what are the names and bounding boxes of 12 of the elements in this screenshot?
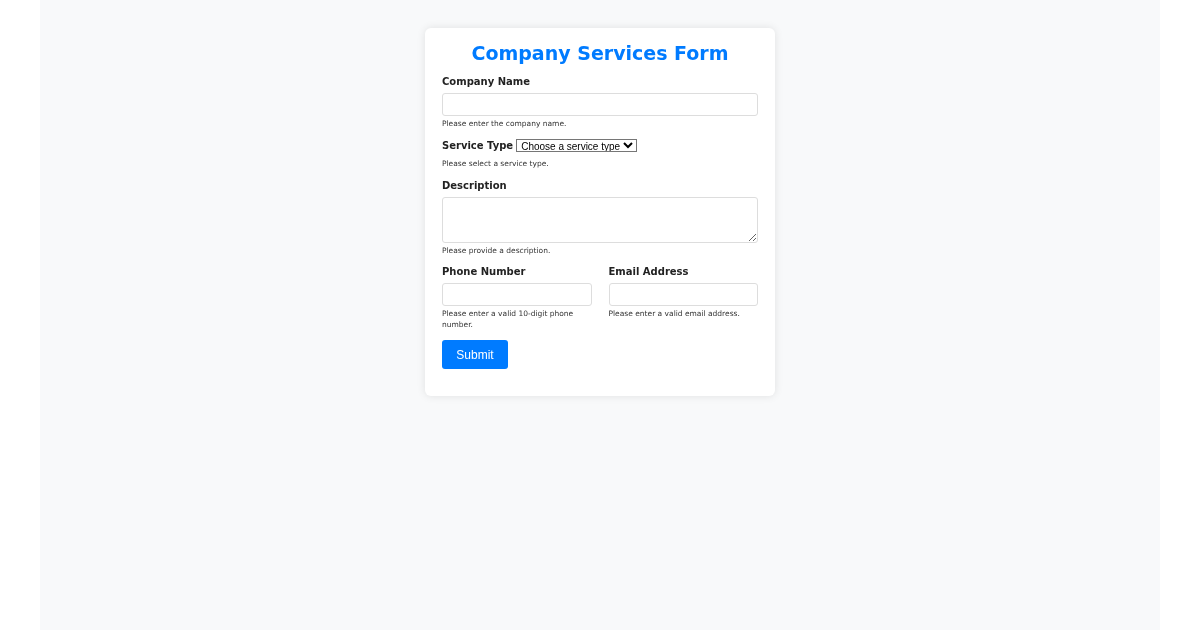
- input-field[interactable]: [442, 282, 592, 306]
- field-label: Company Name: [442, 76, 531, 87]
- field-label: Description: [442, 179, 508, 191]
- input-field[interactable]: [608, 282, 758, 306]
- field-label: Service Type: [442, 140, 514, 152]
- form-title: Company Services Form: [470, 42, 730, 64]
- field-label: Phone Number: [442, 265, 527, 277]
- submit-button[interactable]: Submit: [442, 340, 508, 370]
- field-label: Email Address: [608, 265, 690, 277]
- select-field[interactable]: Choose a service type: [516, 139, 638, 153]
- textarea-field[interactable]: [442, 196, 758, 243]
- input-field[interactable]: [442, 93, 758, 116]
